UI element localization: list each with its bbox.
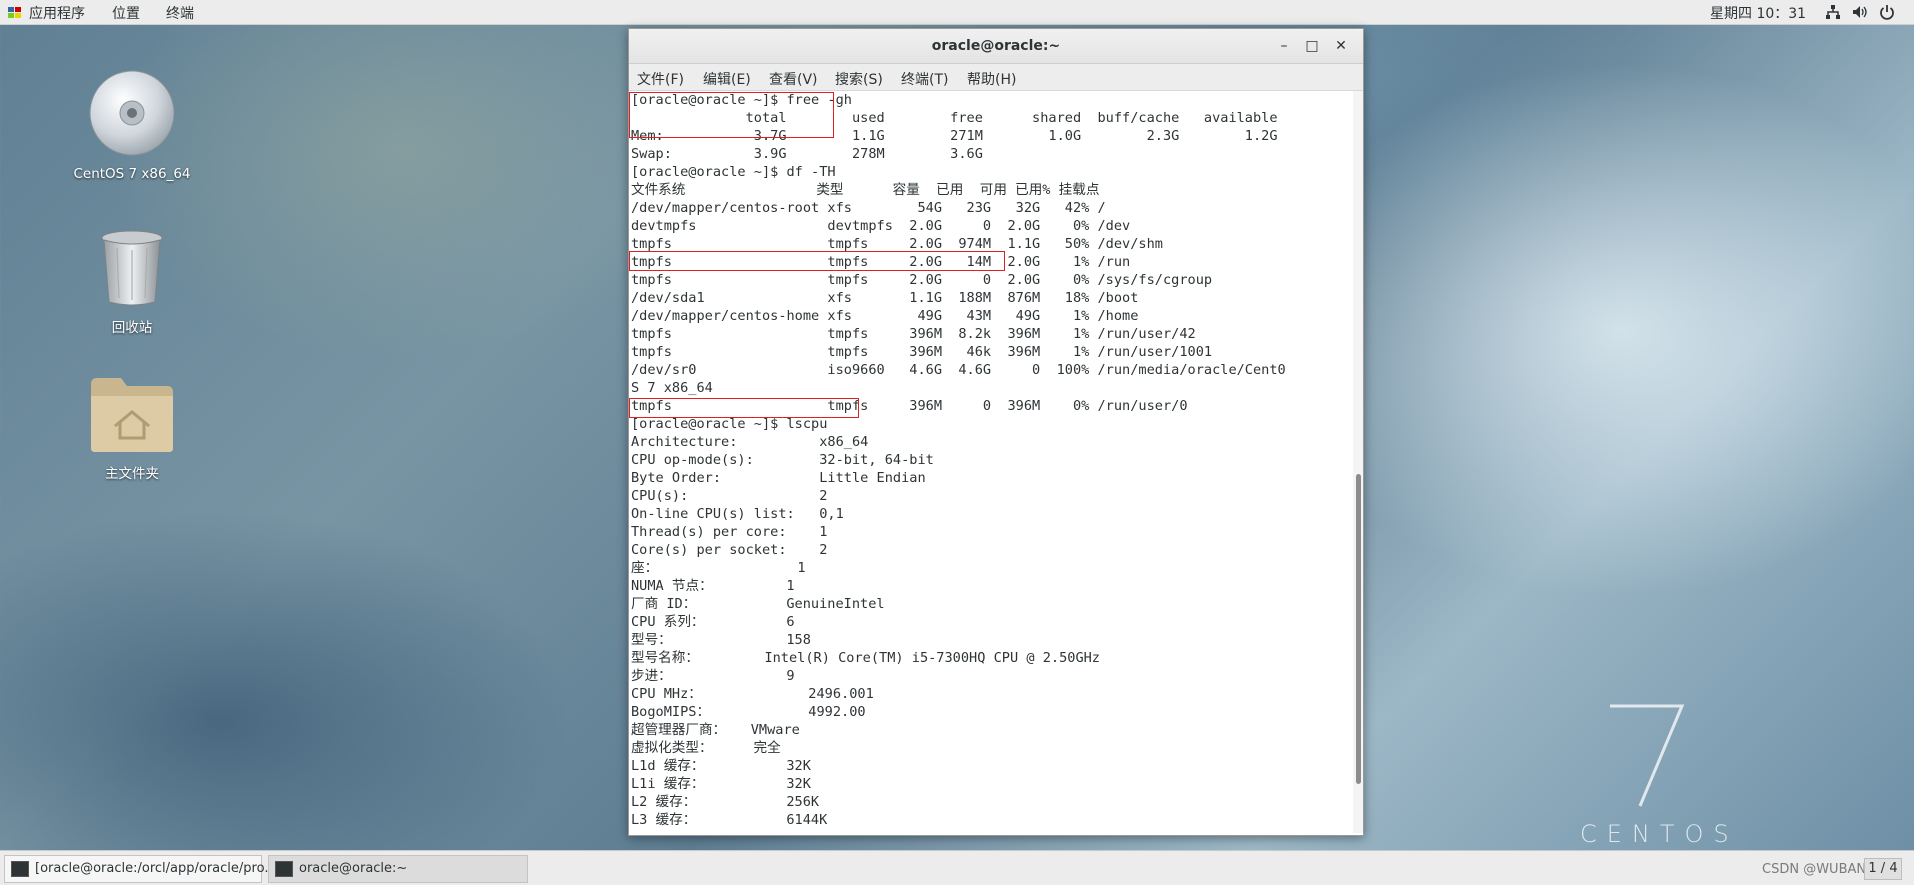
terminal-line: 步进： 9 <box>631 668 795 684</box>
terminal-line: L3 缓存： 6144K <box>631 812 828 828</box>
terminal-window[interactable]: oracle@oracle:~ – □ ✕ 文件(F) 编辑(E) 查看(V) … <box>628 28 1364 836</box>
top-bar: 应用程序 位置 终端 星期四 10：31 <box>0 0 1914 25</box>
menu-file[interactable]: 文件(F) <box>637 69 684 89</box>
desktop-icon-label: CentOS 7 x86_64 <box>73 166 191 182</box>
terminal-line: devtmpfs devtmpfs 2.0G 0 2.0G 0% /dev <box>631 218 1131 234</box>
terminal-line: tmpfs tmpfs 2.0G 0 2.0G 0% /sys/fs/cgrou… <box>631 272 1213 288</box>
highlight-home-partition <box>629 251 1005 271</box>
minimize-button[interactable]: – <box>1275 37 1293 55</box>
centos-seven-watermark <box>1610 704 1685 807</box>
taskbar-item-terminal-2[interactable]: oracle@oracle:~ <box>268 855 528 883</box>
terminal-output[interactable]: [oracle@oracle ~]$ free -gh total used f… <box>631 91 1351 833</box>
terminal-line: Thread(s) per core: 1 <box>631 524 828 540</box>
terminal-line: CPU MHz： 2496.001 <box>631 686 874 702</box>
taskbar: [oracle@oracle:/orcl/app/oracle/pro... o… <box>0 850 1914 885</box>
highlight-cpu-count <box>629 398 859 418</box>
terminal-line: L2 缓存： 256K <box>631 794 820 810</box>
maximize-button[interactable]: □ <box>1303 37 1321 55</box>
terminal-line: Byte Order: Little Endian <box>631 470 926 486</box>
menu-edit[interactable]: 编辑(E) <box>703 69 751 89</box>
terminal-line: 座： 1 <box>631 560 806 576</box>
applications-menu[interactable]: 应用程序 <box>29 3 85 23</box>
places-menu[interactable]: 位置 <box>112 3 140 23</box>
desktop-icon-centos-dvd[interactable]: CentOS 7 x86_64 <box>52 68 212 182</box>
terminal-line: Architecture: x86_64 <box>631 434 869 450</box>
terminal-titlebar[interactable]: oracle@oracle:~ – □ ✕ <box>629 29 1363 64</box>
taskbar-item-label: oracle@oracle:~ <box>299 861 408 876</box>
terminal-line: /dev/mapper/centos-root xfs 54G 23G 32G … <box>631 200 1106 216</box>
volume-icon[interactable] <box>1852 4 1868 20</box>
terminal-line: S 7 x86_64 <box>631 380 713 396</box>
terminal-icon <box>275 861 293 877</box>
terminal-line: /dev/sr0 iso9660 4.6G 4.6G 0 100% /run/m… <box>631 362 1286 378</box>
desktop-icon-trash[interactable]: 回收站 <box>52 228 212 336</box>
terminal-line: BogoMIPS： 4992.00 <box>631 704 866 720</box>
network-icon[interactable] <box>1825 4 1841 20</box>
terminal-lines: [oracle@oracle ~]$ free -gh total used f… <box>631 91 1351 829</box>
clock[interactable]: 星期四 10：31 <box>1710 3 1806 23</box>
terminal-line: On-line CPU(s) list: 0,1 <box>631 506 844 522</box>
desktop-icon-label: 回收站 <box>111 320 153 336</box>
applications-icon <box>8 7 21 18</box>
close-button[interactable]: ✕ <box>1332 37 1350 55</box>
terminal-line: 超管理器厂商： VMware <box>631 722 800 738</box>
menu-terminal[interactable]: 终端(T) <box>901 69 948 89</box>
highlight-free-total <box>629 92 834 138</box>
terminal-title: oracle@oracle:~ <box>931 38 1061 54</box>
desktop-icon-home[interactable]: 主文件夹 <box>52 374 212 482</box>
terminal-line: /dev/sda1 xfs 1.1G 188M 876M 18% /boot <box>631 290 1139 306</box>
home-folder-icon <box>91 378 173 452</box>
terminal-line: L1d 缓存： 32K <box>631 758 811 774</box>
terminal-line: /dev/mapper/centos-home xfs 49G 43M 49G … <box>631 308 1139 324</box>
menu-search[interactable]: 搜索(S) <box>835 69 883 89</box>
desktop-icon-label: 主文件夹 <box>105 466 159 482</box>
workspace-indicator[interactable]: 1 / 4 <box>1864 858 1902 880</box>
terminal-line: L1i 缓存： 32K <box>631 776 811 792</box>
terminal-line: Core(s) per socket: 2 <box>631 542 828 558</box>
terminal-line: 型号： 158 <box>631 632 811 648</box>
taskbar-item-label: [oracle@oracle:/orcl/app/oracle/pro... <box>35 861 277 876</box>
taskbar-item-terminal-1[interactable]: [oracle@oracle:/orcl/app/oracle/pro... <box>4 855 277 883</box>
power-icon[interactable] <box>1879 4 1895 20</box>
centos-watermark-text: CENTOS <box>1580 820 1739 848</box>
terminal-line: tmpfs tmpfs 396M 46k 396M 1% /run/user/1… <box>631 344 1213 360</box>
terminal-line: CPU op-mode(s): 32-bit, 64-bit <box>631 452 934 468</box>
terminal-menubar: 文件(F) 编辑(E) 查看(V) 搜索(S) 终端(T) 帮助(H) <box>629 64 1363 91</box>
menu-view[interactable]: 查看(V) <box>769 69 818 89</box>
terminal-line: CPU 系列： 6 <box>631 614 795 630</box>
terminal-line: tmpfs tmpfs 396M 8.2k 396M 1% /run/user/… <box>631 326 1196 342</box>
cd-disc-icon <box>89 70 175 156</box>
terminal-line: Swap: 3.9G 278M 3.6G <box>631 146 983 162</box>
terminal-line: [oracle@oracle ~]$ df -TH <box>631 164 836 180</box>
terminal-line: CPU(s): 2 <box>631 488 828 504</box>
terminal-icon <box>11 861 29 877</box>
terminal-line: NUMA 节点： 1 <box>631 578 795 594</box>
terminal-menu[interactable]: 终端 <box>166 3 194 23</box>
terminal-line: 厂商 ID： GenuineIntel <box>631 596 885 612</box>
trash-icon <box>101 230 163 306</box>
terminal-line: 型号名称： Intel(R) Core(TM) i5-7300HQ CPU @ … <box>631 650 1100 666</box>
terminal-line: 文件系统 类型 容量 已用 可用 已用% 挂载点 <box>631 182 1100 198</box>
menu-help[interactable]: 帮助(H) <box>967 69 1016 89</box>
terminal-line: 虚拟化类型： 完全 <box>631 740 781 756</box>
terminal-scrollbar-thumb[interactable] <box>1356 474 1361 784</box>
